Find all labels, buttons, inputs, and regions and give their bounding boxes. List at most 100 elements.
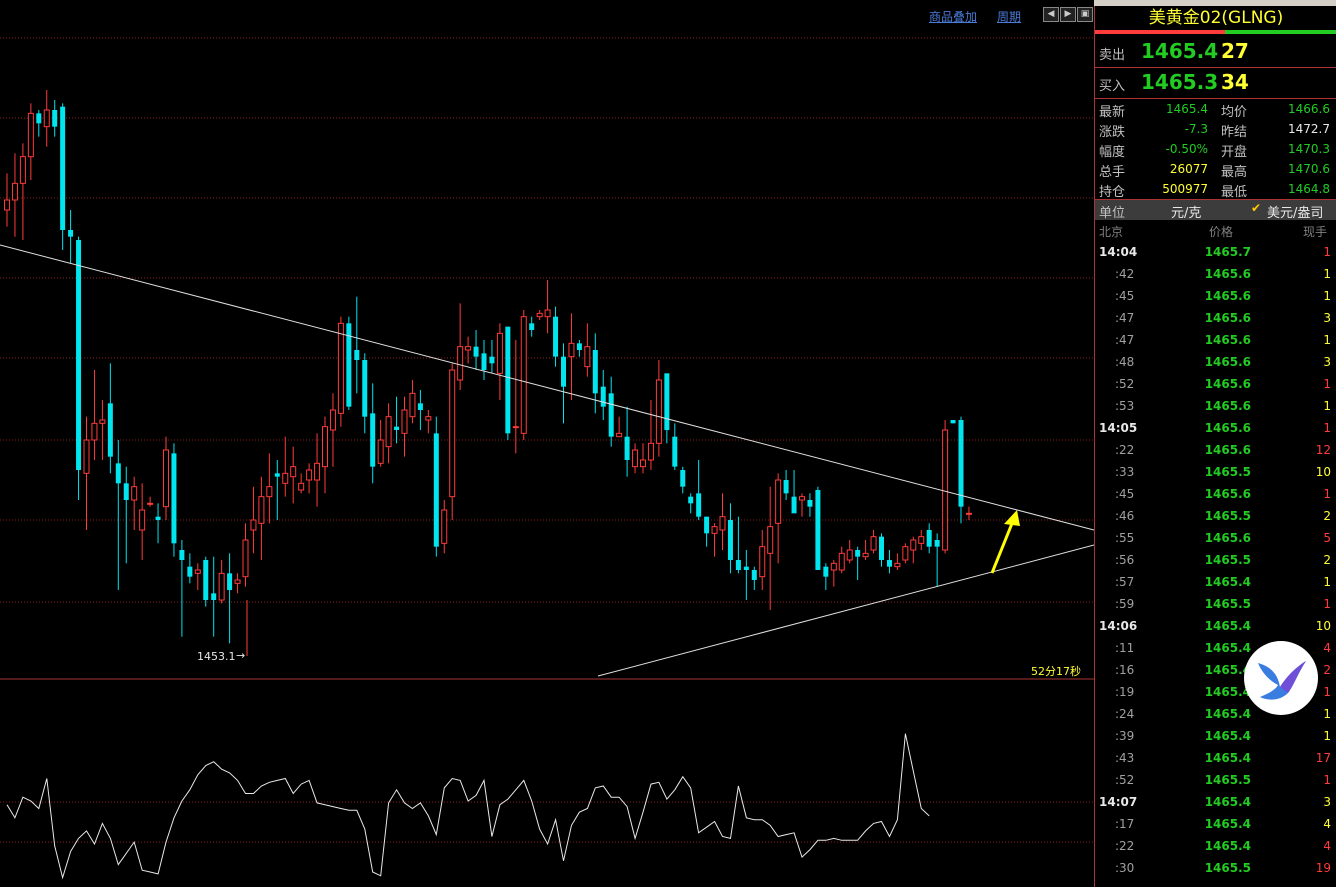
tick-row: :52 1465.6 1: [1095, 377, 1336, 397]
stat-value: 1470.6: [1288, 162, 1330, 176]
tick-price: 1465.6: [1204, 421, 1251, 435]
tick-volume: 10: [1315, 465, 1331, 479]
candle-body: [425, 416, 432, 421]
candle-body: [227, 573, 233, 590]
low-price-label: 1453.1: [197, 650, 236, 663]
candle-body: [449, 369, 456, 498]
stat-label: 最高: [1221, 165, 1248, 180]
buy-label: 买入: [1099, 79, 1126, 94]
candle-body: [815, 490, 821, 570]
bird-logo-icon[interactable]: [1244, 641, 1318, 715]
sell-qty: 27: [1221, 39, 1249, 63]
tick-row: :43 1465.4 17: [1095, 751, 1336, 771]
tick-price: 1465.6: [1204, 333, 1251, 347]
oscillator-line: [6, 733, 930, 880]
candle-body: [11, 182, 18, 201]
tick-volume: 1: [1323, 245, 1331, 259]
arrow-head-icon: [1004, 510, 1020, 526]
tick-price: 1465.4: [1204, 817, 1251, 831]
candle-body: [950, 420, 956, 424]
tick-volume: 1: [1323, 421, 1331, 435]
stat-label: 总手: [1099, 165, 1126, 180]
candle-body: [727, 520, 733, 560]
candle-body: [441, 509, 448, 544]
tick-price: 1465.4: [1204, 795, 1251, 809]
candle-body: [584, 346, 591, 368]
tick-price: 1465.6: [1204, 311, 1251, 325]
stat-value: 26077: [1169, 162, 1208, 176]
zoom-icon[interactable]: ▣: [1077, 7, 1093, 22]
tick-price: 1465.4: [1204, 729, 1251, 743]
low-arrow-icon: →: [236, 649, 246, 662]
tick-price: 1465.4: [1204, 751, 1251, 765]
candle-body: [242, 539, 249, 578]
tick-price: 1465.7: [1204, 245, 1251, 259]
arrow-shaft: [990, 520, 1015, 574]
candle-body: [576, 343, 582, 350]
unit-value[interactable]: 元/克: [1171, 202, 1201, 221]
tick-row: 14:07 1465.4 3: [1095, 795, 1336, 815]
tick-row: 14:06 1465.4 10: [1095, 619, 1336, 639]
tick-time: 14:06: [1099, 619, 1138, 633]
candle-body: [553, 316, 559, 357]
tick-row: :42 1465.6 1: [1095, 267, 1336, 287]
candle-body: [306, 469, 313, 481]
tick-volume: 4: [1323, 839, 1331, 853]
tick-time: 14:05: [1099, 421, 1138, 435]
candle-body: [377, 439, 384, 464]
candle-body: [965, 512, 972, 515]
candle-body: [433, 433, 439, 547]
sell-label: 卖出: [1099, 48, 1126, 63]
tick-price: 1465.6: [1204, 487, 1251, 501]
tick-volume: 1: [1323, 289, 1331, 303]
tick-price: 1465.4: [1204, 685, 1251, 699]
tick-price: 1465.4: [1204, 839, 1251, 853]
candle-body: [632, 449, 639, 468]
candle-body: [258, 496, 265, 524]
col-vol-header: 现手: [1303, 225, 1328, 239]
candle-body: [592, 350, 598, 394]
kline-chart-area[interactable]: 商品叠加 周期 ◀ ▶ ▣ 1453.1 → 52分17秒: [0, 0, 1094, 887]
tick-volume: 2: [1323, 509, 1331, 523]
tick-volume: 19: [1315, 861, 1331, 875]
candle-body: [211, 593, 217, 600]
tick-price: 1465.6: [1204, 355, 1251, 369]
candle-body: [688, 496, 694, 504]
candle-body: [329, 409, 336, 431]
candle-body: [942, 429, 949, 551]
candle-body: [640, 459, 646, 468]
candle-body: [43, 109, 50, 128]
candle-body: [910, 539, 917, 551]
tick-row: :53 1465.6 1: [1095, 399, 1336, 419]
tick-volume: 3: [1323, 355, 1331, 369]
overlay-product-link[interactable]: 商品叠加: [929, 8, 977, 25]
candle-body: [314, 462, 321, 481]
candle-body: [862, 552, 869, 558]
stat-value: 1472.7: [1288, 122, 1330, 136]
candle-body: [743, 566, 749, 570]
tick-time: 14:04: [1099, 245, 1138, 259]
unit-alt[interactable]: 美元/盎司: [1267, 202, 1323, 221]
support-trendline: [597, 544, 1094, 677]
checkmark-icon[interactable]: ✔: [1251, 201, 1261, 215]
candle-body: [529, 323, 535, 330]
period-link[interactable]: 周期: [997, 8, 1021, 25]
candle-body: [505, 326, 511, 434]
stat-value: -0.50%: [1165, 142, 1208, 156]
candle-body: [680, 470, 686, 487]
arrow-right-icon[interactable]: ▶: [1060, 7, 1076, 22]
stat-label: 昨结: [1221, 125, 1248, 140]
candle-body: [163, 449, 169, 508]
stat-label: 涨跌: [1099, 125, 1126, 140]
candle-body: [799, 496, 805, 501]
tick-row: 14:05 1465.6 1: [1095, 421, 1336, 441]
stat-value: 1465.4: [1166, 102, 1208, 116]
tick-price: 1465.5: [1204, 861, 1251, 875]
candle-body: [36, 113, 42, 124]
candle-body: [370, 413, 376, 467]
arrow-left-icon[interactable]: ◀: [1043, 7, 1059, 22]
stat-value: -7.3: [1184, 122, 1208, 136]
stat-label: 持仓: [1099, 185, 1126, 200]
candle-body: [751, 570, 757, 580]
tick-row: :22 1465.6 12: [1095, 443, 1336, 463]
